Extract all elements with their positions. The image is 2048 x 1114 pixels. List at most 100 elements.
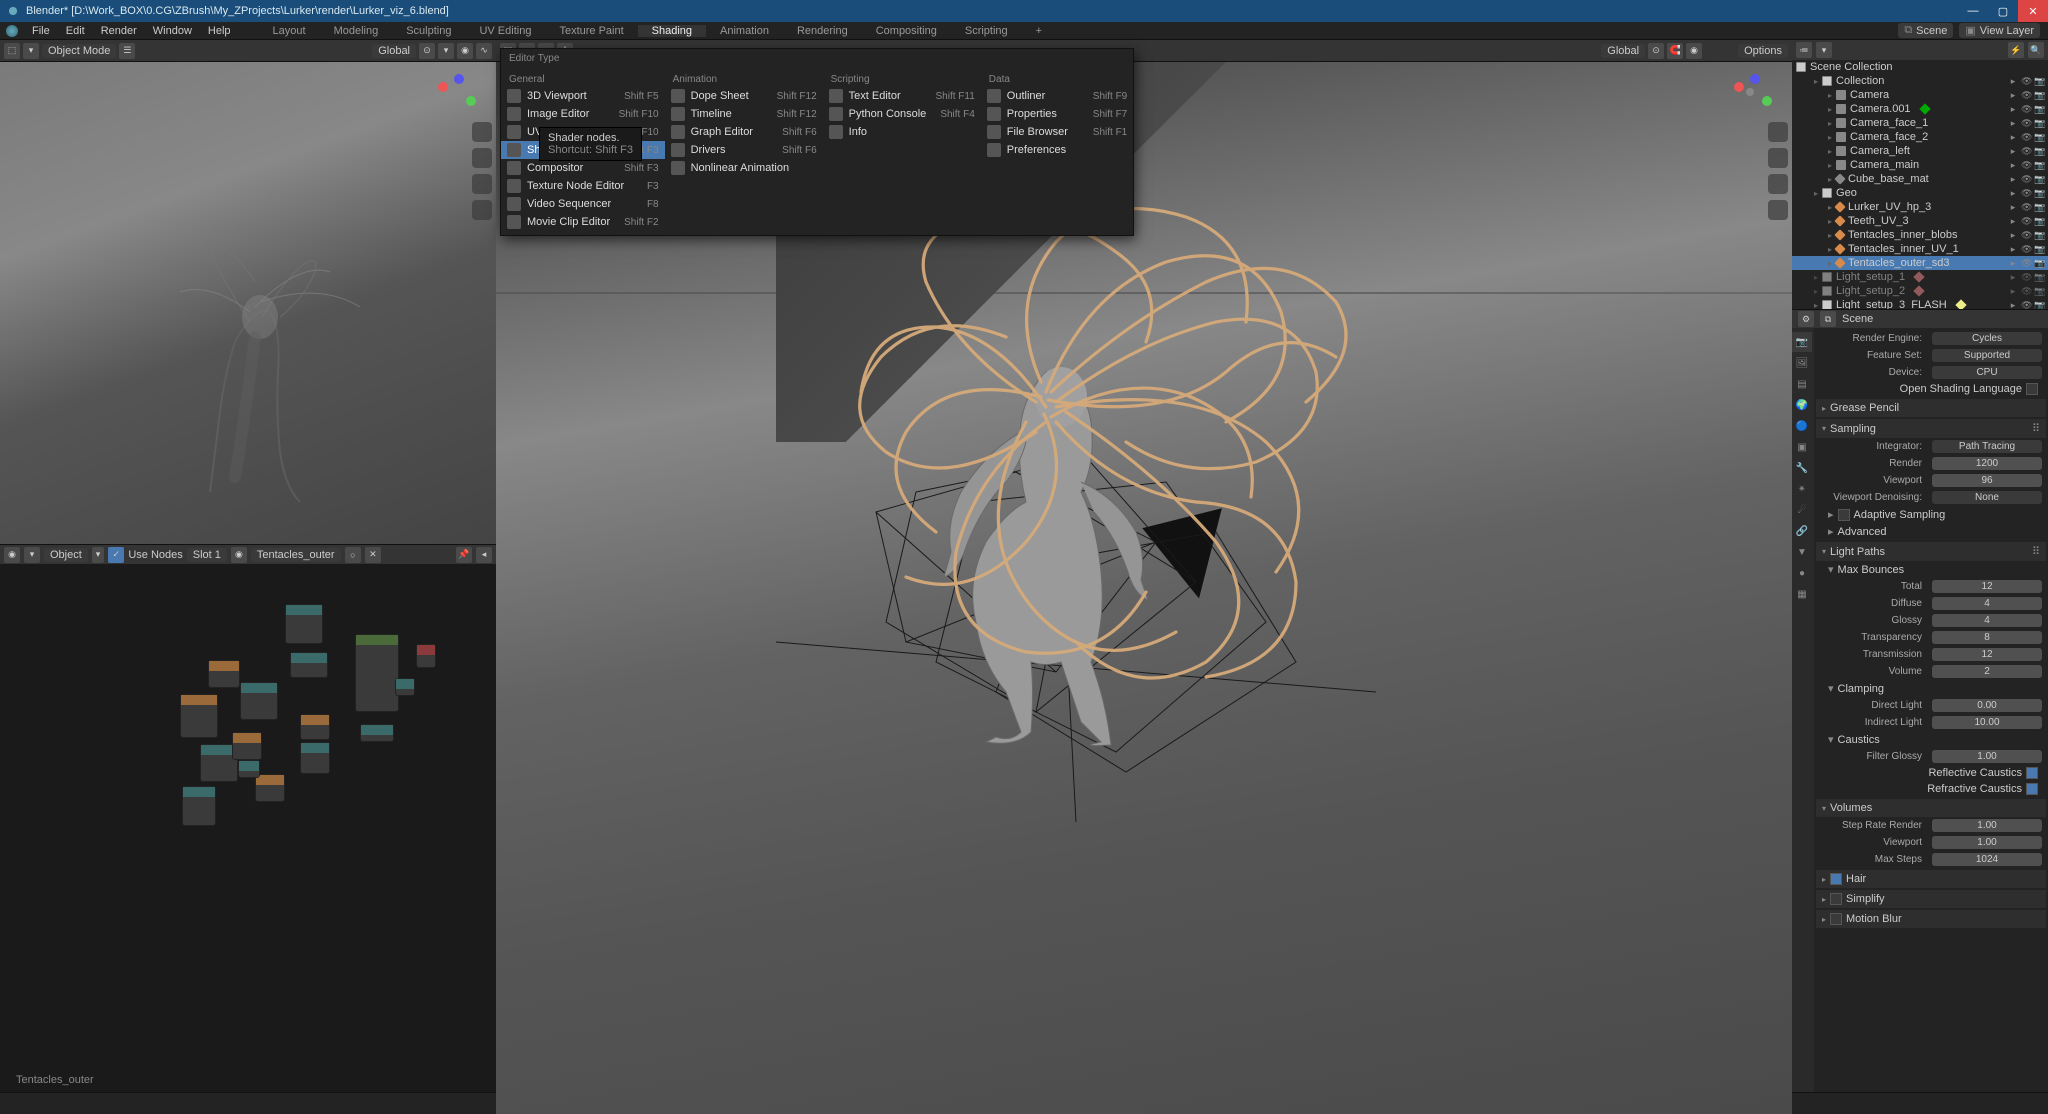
caustics-label[interactable]: Caustics <box>1838 734 1880 746</box>
object-tab-icon[interactable]: ▣ <box>1792 437 1812 457</box>
expand-icon[interactable]: ▸ <box>1828 161 1832 170</box>
restrict-render-icon[interactable]: 📷 <box>2034 300 2044 310</box>
menu-help[interactable]: Help <box>200 25 239 37</box>
restrict-view-icon[interactable]: 👁 <box>2021 300 2031 310</box>
restrict-view-icon[interactable]: 👁 <box>2021 160 2031 170</box>
editor-type-item[interactable]: Python ConsoleShift F4 <box>823 105 981 123</box>
transmission-bounces[interactable]: 12 <box>1932 648 2042 661</box>
editor-type-icon[interactable]: ⬚ <box>4 43 20 59</box>
restrict-view-icon[interactable]: 👁 <box>2021 174 2031 184</box>
simplify-check[interactable] <box>1830 893 1842 905</box>
workspace-tab-rendering[interactable]: Rendering <box>783 25 862 37</box>
shader-node[interactable] <box>290 652 328 678</box>
editor-type-item[interactable]: Graph EditorShift F6 <box>665 123 823 141</box>
menu-icon[interactable]: ☰ <box>119 43 135 59</box>
workspace-tab-layout[interactable]: Layout <box>259 25 320 37</box>
texture-tab-icon[interactable]: ▦ <box>1792 584 1812 604</box>
expand-icon[interactable]: ▸ <box>1828 217 1832 226</box>
editor-type-item[interactable]: DriversShift F6 <box>665 141 823 159</box>
mode-selector[interactable]: Object Mode <box>42 44 116 58</box>
outliner-row[interactable]: Scene Collection <box>1792 60 2048 74</box>
nav-gizmo[interactable] <box>436 74 476 114</box>
sampling-panel[interactable]: ▾Sampling⠿ <box>1816 419 2046 438</box>
nav-gizmo[interactable] <box>1732 74 1772 114</box>
viewport-step[interactable]: 1.00 <box>1932 836 2042 849</box>
workspace-tab-sculpting[interactable]: Sculpting <box>392 25 465 37</box>
slot-selector[interactable]: Slot 1 <box>187 548 227 562</box>
pin-icon[interactable]: ▾ <box>92 547 105 563</box>
transparency-bounces[interactable]: 8 <box>1932 631 2042 644</box>
filter-glossy[interactable]: 1.00 <box>1932 750 2042 763</box>
mode-dropdown-icon[interactable]: ▾ <box>23 43 39 59</box>
restrict-render-icon[interactable]: 📷 <box>2034 188 2044 198</box>
window-maximize-button[interactable]: ▢ <box>1988 0 2018 22</box>
window-close-button[interactable]: ✕ <box>2018 0 2048 22</box>
outliner-row[interactable]: ▸Camera.001▸👁📷 <box>1792 102 2048 116</box>
restrict-select-icon[interactable]: ▸ <box>2008 272 2018 282</box>
shader-node[interactable] <box>300 714 330 740</box>
restrict-select-icon[interactable]: ▸ <box>2008 174 2018 184</box>
restrict-view-icon[interactable]: 👁 <box>2021 286 2031 296</box>
window-minimize-button[interactable]: — <box>1958 0 1988 22</box>
expand-icon[interactable]: ▸ <box>1828 105 1832 114</box>
restrict-view-icon[interactable]: 👁 <box>2021 230 2031 240</box>
editor-type-item[interactable]: Info <box>823 123 981 141</box>
hair-panel[interactable]: ▸Hair <box>1816 870 2046 888</box>
editor-type-item[interactable]: PropertiesShift F7 <box>981 105 1133 123</box>
expand-icon[interactable]: ▸ <box>1828 119 1832 128</box>
restrict-render-icon[interactable]: 📷 <box>2034 202 2044 212</box>
restrict-view-icon[interactable]: 👁 <box>2021 118 2031 128</box>
zoom-icon[interactable] <box>472 122 492 142</box>
workspace-tab-scripting[interactable]: Scripting <box>951 25 1022 37</box>
persp-ortho-icon[interactable] <box>472 200 492 220</box>
menu-edit[interactable]: Edit <box>58 25 93 37</box>
outliner-row[interactable]: ▸Camera_face_2▸👁📷 <box>1792 130 2048 144</box>
shader-mode-icon[interactable]: ▾ <box>24 547 40 563</box>
light-paths-panel[interactable]: ▾Light Paths⠿ <box>1816 542 2046 561</box>
shader-node[interactable] <box>416 644 436 668</box>
osl-check[interactable] <box>2026 383 2038 395</box>
expand-icon[interactable]: ▸ <box>1828 175 1832 184</box>
orientation-selector[interactable]: Global <box>372 44 416 58</box>
restrict-select-icon[interactable]: ▸ <box>2008 118 2018 128</box>
restrict-render-icon[interactable]: 📷 <box>2034 272 2044 282</box>
scene-icon[interactable]: ⧉ <box>1820 311 1836 327</box>
snap-icon[interactable]: 🧲 <box>1667 43 1683 59</box>
shader-node[interactable] <box>395 678 415 696</box>
gizmo-x-axis-icon[interactable] <box>438 82 448 92</box>
data-tab-icon[interactable]: ▼ <box>1792 542 1812 562</box>
shader-node[interactable] <box>180 694 218 738</box>
shader-editor[interactable]: Tentacles_outer <box>0 564 496 1092</box>
volume-bounces[interactable]: 2 <box>1932 665 2042 678</box>
gizmo-y-axis-icon[interactable] <box>466 96 476 106</box>
advanced-label[interactable]: Advanced <box>1838 526 1887 538</box>
restrict-render-icon[interactable]: 📷 <box>2034 286 2044 296</box>
restrict-view-icon[interactable]: 👁 <box>2021 258 2031 268</box>
volumes-panel[interactable]: ▾Volumes <box>1816 799 2046 817</box>
restrict-select-icon[interactable]: ▸ <box>2008 160 2018 170</box>
outliner-row[interactable]: ▸Collection▸👁📷 <box>1792 74 2048 88</box>
material-tab-icon[interactable]: ● <box>1792 563 1812 583</box>
output-tab-icon[interactable]: 🖼 <box>1792 353 1812 373</box>
snap-icon[interactable]: ⊙ <box>419 43 435 59</box>
pin-icon[interactable]: 📌 <box>456 547 472 563</box>
editor-type-icon[interactable]: ◉ <box>4 547 20 563</box>
menu-window[interactable]: Window <box>145 25 200 37</box>
shader-node[interactable] <box>285 604 323 644</box>
restrict-select-icon[interactable]: ▸ <box>2008 230 2018 240</box>
viewport-samples[interactable]: 96 <box>1932 474 2042 487</box>
motion-check[interactable] <box>1830 913 1842 925</box>
editor-type-item[interactable]: File BrowserShift F1 <box>981 123 1133 141</box>
workspace-tab-shading[interactable]: Shading <box>638 25 706 37</box>
menu-render[interactable]: Render <box>93 25 145 37</box>
restrict-render-icon[interactable]: 📷 <box>2034 90 2044 100</box>
expand-icon[interactable]: ▸ <box>1828 245 1832 254</box>
restrict-select-icon[interactable]: ▸ <box>2008 90 2018 100</box>
restrict-select-icon[interactable]: ▸ <box>2008 188 2018 198</box>
restrict-render-icon[interactable]: 📷 <box>2034 76 2044 86</box>
restrict-render-icon[interactable]: 📷 <box>2034 174 2044 184</box>
camera-view-icon[interactable] <box>1768 174 1788 194</box>
total-bounces[interactable]: 12 <box>1932 580 2042 593</box>
material-name[interactable]: Tentacles_outer <box>251 548 341 562</box>
pivot-icon[interactable]: ⊙ <box>1648 43 1664 59</box>
